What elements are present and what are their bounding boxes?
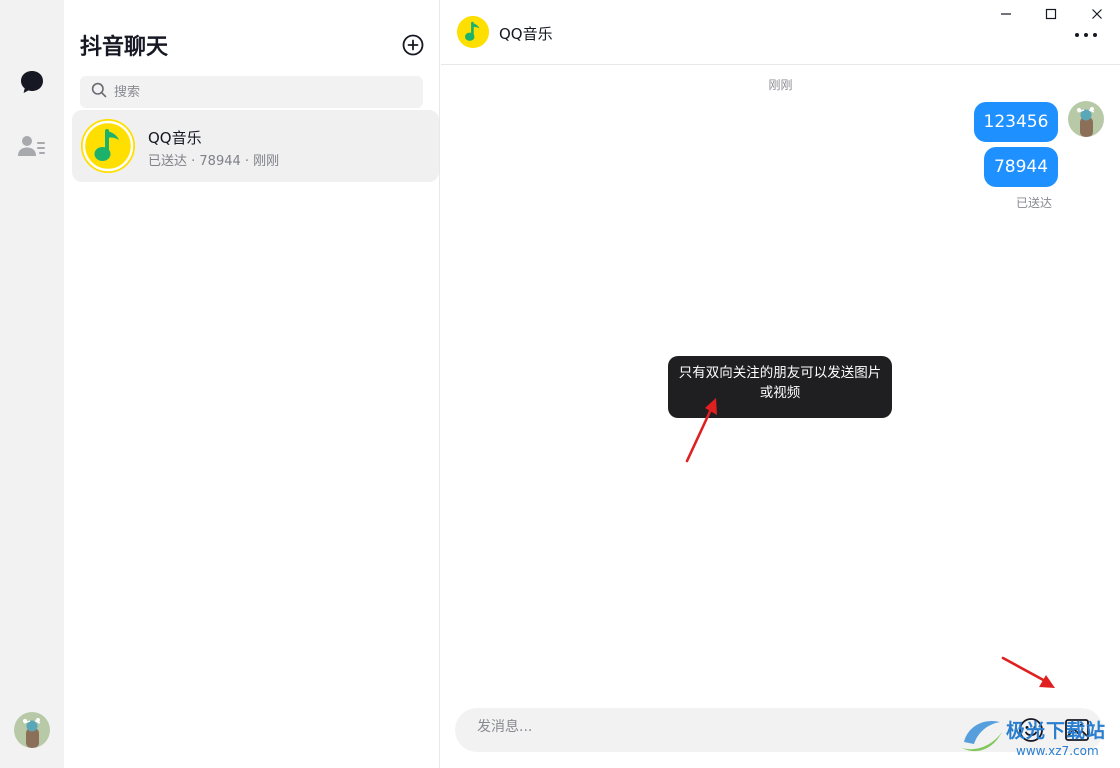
plus-circle-icon[interactable]: [402, 34, 424, 56]
user-avatar[interactable]: [1068, 101, 1104, 137]
search-icon: [91, 82, 107, 102]
more-dots-icon[interactable]: [1075, 28, 1097, 42]
left-rail: [0, 0, 64, 768]
contacts-icon[interactable]: [16, 130, 48, 162]
chat-title: QQ音乐: [499, 25, 553, 43]
qq-music-logo[interactable]: [457, 16, 489, 48]
message-bubble[interactable]: 123456: [974, 102, 1058, 142]
close-icon[interactable]: [1085, 4, 1109, 24]
chat-panel: QQ音乐 刚刚 123456 78944 已送达 只有双向关注的朋友可以发送图片…: [441, 0, 1120, 768]
annotation-arrow-icon: [1001, 656, 1055, 688]
conversation-list-panel: 抖音聊天 搜索 QQ音乐 已送达 · 78944 · 刚刚: [64, 0, 440, 768]
conversation-preview: 已送达 · 78944 · 刚刚: [148, 154, 280, 169]
delivery-status: 已送达: [1016, 196, 1053, 210]
chat-header: QQ音乐: [441, 0, 1120, 65]
maximize-icon[interactable]: [1039, 4, 1063, 24]
message-composer: [455, 708, 1103, 752]
user-avatar[interactable]: [14, 712, 50, 748]
search-box: [80, 76, 423, 108]
page-title: 抖音聊天: [80, 35, 169, 60]
douyin-chat-window: 抖音聊天 搜索 QQ音乐 已送达 · 78944 · 刚刚 QQ音乐 刚刚 12…: [0, 0, 1120, 768]
image-icon[interactable]: [1063, 716, 1091, 744]
chat-bubble-icon[interactable]: [16, 66, 48, 98]
search-input[interactable]: [114, 84, 394, 100]
message-bubble[interactable]: 78944: [984, 147, 1058, 187]
message-timestamp: 刚刚: [768, 78, 793, 92]
qq-music-logo: [81, 119, 135, 173]
minimize-icon[interactable]: [994, 4, 1018, 24]
tooltip-restriction: 只有双向关注的朋友可以发送图片或视频: [668, 356, 892, 418]
conversation-item[interactable]: QQ音乐 已送达 · 78944 · 刚刚: [72, 110, 439, 182]
conversation-name: QQ音乐: [148, 129, 202, 147]
emoji-icon[interactable]: [1017, 716, 1045, 744]
message-input[interactable]: [477, 719, 957, 735]
